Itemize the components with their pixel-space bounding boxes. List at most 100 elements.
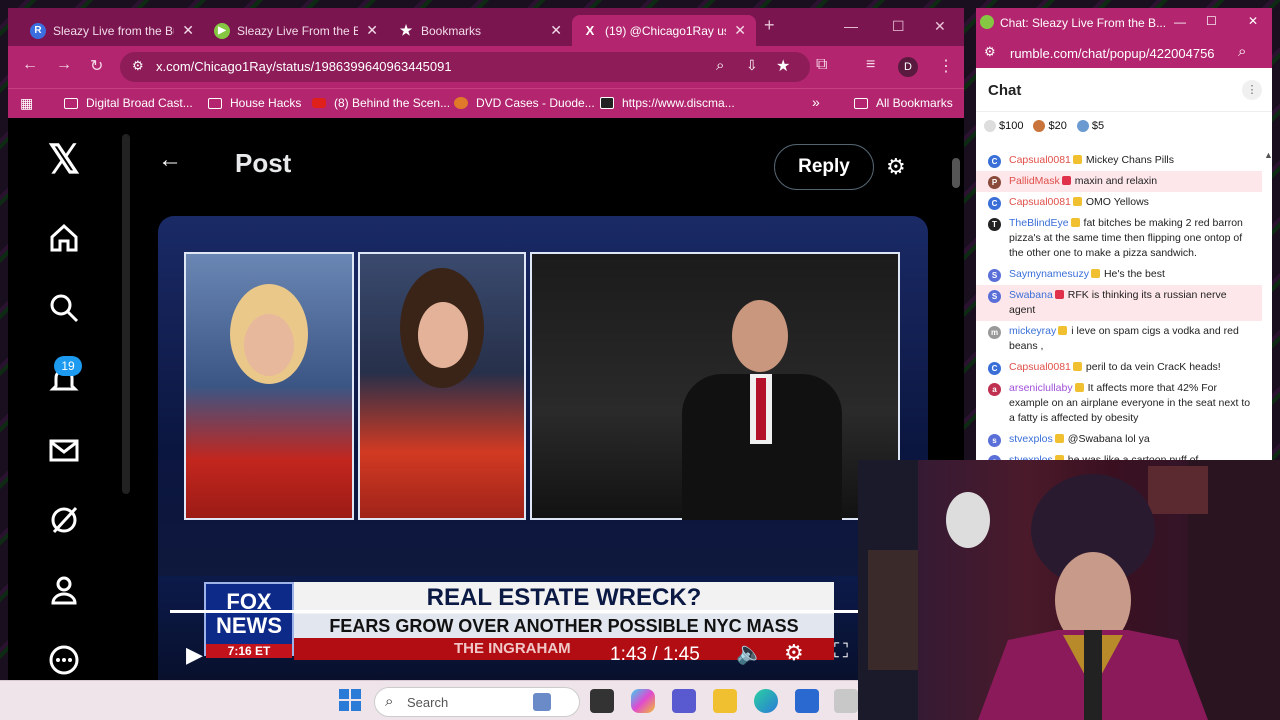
install-app-icon[interactable]: ⇩: [746, 57, 758, 74]
sidebar-scrollbar[interactable]: [122, 134, 130, 494]
chat-username[interactable]: PallidMask: [1009, 175, 1060, 187]
file-explorer-icon[interactable]: [713, 689, 737, 713]
back-arrow-icon[interactable]: ←: [22, 56, 38, 74]
chat-username[interactable]: Swabana: [1009, 289, 1053, 301]
settings-gear-icon[interactable]: ⚙: [784, 640, 804, 666]
reply-button[interactable]: Reply: [774, 144, 874, 190]
edge-icon[interactable]: [754, 689, 778, 713]
chat-message-text: @Swabana lol ya: [1067, 433, 1150, 445]
cast-icon[interactable]: ⧉: [816, 56, 827, 74]
page-scrollbar[interactable]: [952, 158, 960, 188]
volume-icon[interactable]: 🔈: [736, 640, 763, 666]
bookmark-star-icon[interactable]: ★: [776, 56, 790, 76]
grok-icon[interactable]: [42, 498, 86, 542]
more-options-icon[interactable]: [42, 638, 86, 680]
chat-message-text: peril to da vein CracK heads!: [1085, 361, 1221, 373]
fullscreen-icon[interactable]: ⛶: [834, 640, 848, 663]
task-view-icon[interactable]: [590, 689, 614, 713]
menu-kebab-icon[interactable]: ⋮: [938, 56, 954, 76]
chat-scrollbar[interactable]: ▲: [1264, 150, 1272, 460]
search-highlight-icon: [533, 693, 551, 711]
messages-envelope-icon[interactable]: [42, 428, 86, 472]
avatar[interactable]: s: [988, 434, 1001, 447]
store-icon[interactable]: [795, 689, 819, 713]
chat-menu-icon[interactable]: ⋮: [1242, 80, 1262, 100]
tab-bookmarks[interactable]: ★ Bookmarks ✕: [388, 15, 572, 46]
apps-grid-icon[interactable]: ▦: [20, 95, 33, 112]
forward-arrow-icon[interactable]: →: [56, 56, 72, 74]
new-tab-button[interactable]: +: [764, 15, 775, 36]
chat-username[interactable]: stvexplos: [1009, 433, 1053, 445]
tip-item[interactable]: $20: [1033, 120, 1067, 132]
bookmark-folder[interactable]: House Hacks: [208, 96, 301, 110]
search-icon[interactable]: [42, 286, 86, 330]
avatar[interactable]: S: [988, 290, 1001, 303]
profile-person-icon[interactable]: [42, 568, 86, 612]
site-info-icon[interactable]: ⚙: [984, 44, 996, 60]
x-logo-icon[interactable]: 𝕏: [42, 138, 86, 182]
avatar[interactable]: C: [988, 155, 1001, 168]
reply-settings-icon[interactable]: ⚙: [886, 154, 906, 180]
video-progress-fill: [170, 610, 905, 613]
search-icon[interactable]: ⌕: [1238, 43, 1246, 60]
minimize-icon[interactable]: —: [1174, 15, 1186, 29]
maximize-icon[interactable]: ☐: [1206, 14, 1217, 28]
taskbar: ⌕ Search: [0, 680, 858, 720]
chat-username[interactable]: Capsual0081: [1009, 361, 1071, 373]
user-badge-icon: [1061, 176, 1071, 185]
tab-rumble-2[interactable]: ▶ Sleazy Live From the Bu ✕: [204, 15, 388, 46]
video-progress-bar[interactable]: [170, 610, 920, 613]
avatar[interactable]: P: [988, 176, 1001, 189]
close-tab-icon[interactable]: ✕: [182, 22, 194, 39]
tab-x-post[interactable]: X (19) @Chicago1Ray us ✕: [572, 15, 756, 46]
all-bookmarks[interactable]: All Bookmarks: [854, 96, 953, 110]
profile-avatar[interactable]: D: [898, 57, 918, 77]
windows-start-icon[interactable]: [339, 689, 361, 711]
back-arrow-icon[interactable]: ←: [158, 146, 182, 174]
close-tab-icon[interactable]: ✕: [550, 22, 562, 39]
tip-item[interactable]: $100: [984, 120, 1023, 132]
video-player[interactable]: FOX NEWS 7:16 ET REAL ESTATE WRECK? FEAR…: [158, 216, 928, 680]
avatar[interactable]: m: [988, 326, 1001, 339]
bookmark-youtube[interactable]: (8) Behind the Scen...: [312, 96, 450, 110]
media-controls-icon[interactable]: ≡: [866, 56, 875, 74]
close-tab-icon[interactable]: ✕: [734, 22, 746, 39]
bookmark-folder[interactable]: Digital Broad Cast...: [64, 96, 193, 110]
chat-username[interactable]: TheBlindEye: [1009, 217, 1069, 229]
avatar[interactable]: C: [988, 362, 1001, 375]
avatar[interactable]: T: [988, 218, 1001, 231]
copilot-icon[interactable]: [631, 689, 655, 713]
scroll-up-arrow-icon[interactable]: ▲: [1264, 150, 1272, 160]
chat-username[interactable]: mickeyray: [1009, 325, 1056, 337]
chat-username[interactable]: arseniclullaby: [1009, 382, 1073, 394]
avatar[interactable]: C: [988, 197, 1001, 210]
avatar[interactable]: S: [988, 269, 1001, 282]
maximize-icon[interactable]: ☐: [892, 18, 905, 35]
bookmark-dvd[interactable]: DVD Cases - Duode...: [454, 96, 595, 110]
folder-icon: [854, 97, 868, 109]
chat-window-title: Chat: Sleazy Live From the B...: [1000, 16, 1167, 30]
avatar[interactable]: a: [988, 383, 1001, 396]
close-window-icon[interactable]: ✕: [934, 18, 946, 35]
tab-rumble-1[interactable]: R Sleazy Live from the Bu ✕: [20, 15, 204, 46]
play-icon[interactable]: ▶: [186, 642, 203, 668]
app-icon[interactable]: [834, 689, 858, 713]
reload-icon[interactable]: ↻: [90, 56, 103, 76]
bookmarks-overflow-icon[interactable]: »: [812, 94, 820, 110]
close-window-icon[interactable]: ✕: [1248, 14, 1258, 28]
chat-username[interactable]: Saymynamesuzy: [1009, 268, 1089, 280]
teams-icon[interactable]: [672, 689, 696, 713]
desktop: R Sleazy Live from the Bu ✕ ▶ Sleazy Liv…: [0, 0, 1280, 720]
chat-username[interactable]: Capsual0081: [1009, 196, 1071, 208]
bookmark-discma[interactable]: https://www.discma...: [600, 96, 735, 110]
tip-item[interactable]: $5: [1076, 120, 1104, 132]
chat-username[interactable]: Capsual0081: [1009, 154, 1071, 166]
site-info-icon[interactable]: ⚙: [132, 58, 144, 74]
minimize-icon[interactable]: —: [844, 18, 858, 34]
taskbar-search[interactable]: ⌕ Search: [374, 687, 580, 717]
zoom-icon[interactable]: ⌕: [716, 57, 724, 74]
page-title: Post: [235, 148, 292, 178]
close-tab-icon[interactable]: ✕: [366, 22, 378, 39]
home-icon[interactable]: [42, 216, 86, 260]
address-bar[interactable]: ⚙ x.com/Chicago1Ray/status/1986399640963…: [120, 52, 810, 82]
